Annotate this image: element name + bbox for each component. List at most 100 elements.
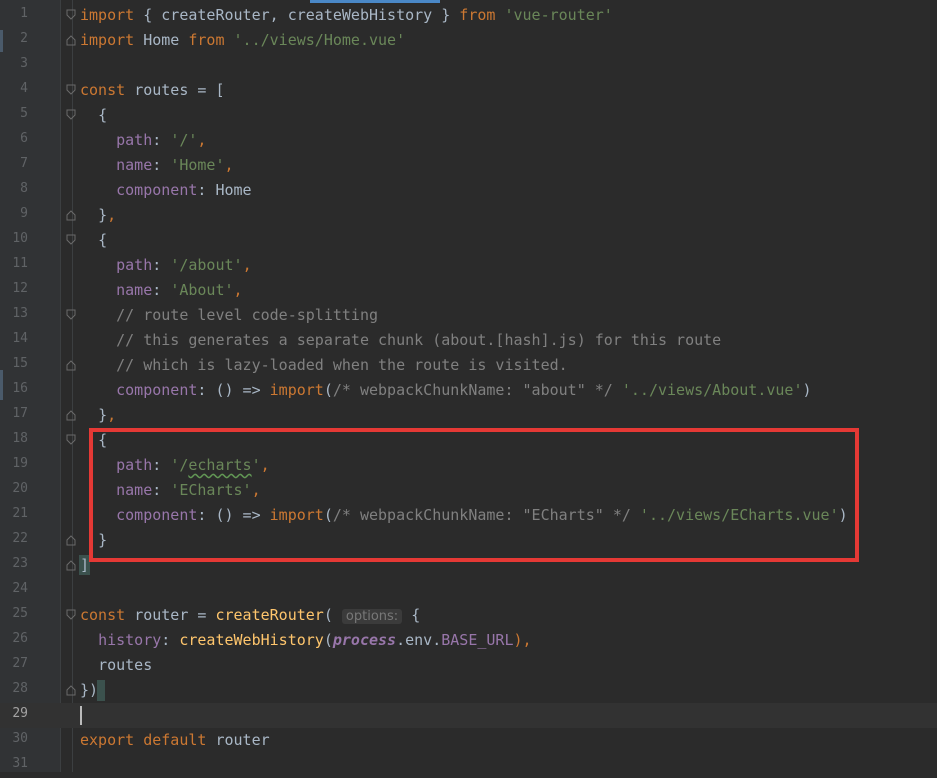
string-literal: '/' xyxy=(170,131,198,149)
line-number: 13 xyxy=(12,306,28,321)
line-number: 22 xyxy=(12,531,28,546)
code-line[interactable]: 25 const router = createRouter( options:… xyxy=(0,603,937,628)
string-literal: '/echarts' xyxy=(170,456,261,474)
string-literal: '../views/ECharts.vue' xyxy=(639,506,839,524)
parameter-hint: options: xyxy=(341,609,403,624)
line-number: 30 xyxy=(12,731,28,746)
bracket-match-highlight: ] xyxy=(80,556,90,574)
line-number: 9 xyxy=(20,206,28,221)
identifier: Home xyxy=(215,181,252,199)
property-key: name xyxy=(116,481,153,499)
line-number: 19 xyxy=(12,456,28,471)
code-comment: /* webpackChunkName: "ECharts" */ xyxy=(332,506,631,524)
property-key: component xyxy=(116,506,198,524)
code-comment: // route level code-splitting xyxy=(116,306,379,324)
code-line[interactable]: 22 } xyxy=(0,528,937,553)
line-number: 2 xyxy=(20,31,28,46)
code-line[interactable]: 23 ] xyxy=(0,553,937,578)
fold-open-icon[interactable] xyxy=(66,309,76,321)
fold-open-icon[interactable] xyxy=(66,434,76,446)
property-key: name xyxy=(116,281,153,299)
fold-open-icon[interactable] xyxy=(66,609,76,621)
code-line[interactable]: 17 }, xyxy=(0,403,937,428)
keyword: from xyxy=(459,6,496,24)
property-key: path xyxy=(116,256,153,274)
property-key: history xyxy=(98,631,162,649)
line-number: 20 xyxy=(12,481,28,496)
fold-open-icon[interactable] xyxy=(66,234,76,246)
code-line[interactable]: 6 path: '/', xyxy=(0,128,937,153)
fold-close-icon[interactable] xyxy=(66,34,76,46)
code-comment: // this generates a separate chunk (abou… xyxy=(116,331,722,349)
string-literal: 'About' xyxy=(170,281,234,299)
property-key: BASE_URL xyxy=(441,631,514,649)
code-line[interactable]: 18 { xyxy=(0,428,937,453)
code-line[interactable]: 28 }) xyxy=(0,678,937,703)
fold-close-icon[interactable] xyxy=(66,684,76,696)
code-line[interactable]: 30 export default router xyxy=(0,728,937,753)
code-line[interactable]: 9 }, xyxy=(0,203,937,228)
keyword: import xyxy=(80,31,135,49)
code-line[interactable]: 12 name: 'About', xyxy=(0,278,937,303)
code-line[interactable]: 20 name: 'ECharts', xyxy=(0,478,937,503)
code-editor[interactable]: 1 import { createRouter, createWebHistor… xyxy=(0,0,937,772)
string-literal: 'Home' xyxy=(170,156,225,174)
code-comment: // which is lazy-loaded when the route i… xyxy=(116,356,568,374)
line-number: 26 xyxy=(12,631,28,646)
text-caret xyxy=(80,706,82,725)
code-line[interactable]: 24 xyxy=(0,578,937,603)
fold-open-icon[interactable] xyxy=(66,109,76,121)
spellcheck-underline: echarts xyxy=(188,456,252,474)
code-text: = [ xyxy=(197,81,225,99)
code-line[interactable]: 15 // which is lazy-loaded when the rout… xyxy=(0,353,937,378)
line-number: 3 xyxy=(20,56,28,71)
code-line[interactable]: 21 component: () => import(/* webpackChu… xyxy=(0,503,937,528)
code-line[interactable]: 10 { xyxy=(0,228,937,253)
property-key: name xyxy=(116,156,153,174)
line-number: 28 xyxy=(12,681,28,696)
function-call: createWebHistory xyxy=(179,631,324,649)
code-comment: /* webpackChunkName: "about" */ xyxy=(332,381,613,399)
code-line[interactable]: 5 { xyxy=(0,103,937,128)
code-line[interactable]: 31 xyxy=(0,753,937,778)
code-text: Home xyxy=(143,31,180,49)
code-line-current[interactable]: 29 xyxy=(0,703,937,728)
code-line[interactable]: 19 path: '/echarts', xyxy=(0,453,937,478)
line-number: 1 xyxy=(20,6,28,21)
property-key: path xyxy=(116,131,153,149)
line-number: 14 xyxy=(12,331,28,346)
line-number: 17 xyxy=(12,406,28,421)
line-number: 5 xyxy=(20,106,28,121)
fold-close-icon[interactable] xyxy=(66,359,76,371)
string-literal: '../views/Home.vue' xyxy=(233,31,406,49)
fold-close-icon[interactable] xyxy=(66,409,76,421)
string-literal: '../views/About.vue' xyxy=(621,381,803,399)
code-line[interactable]: 4 const routes = [ xyxy=(0,78,937,103)
code-line[interactable]: 16 component: () => import(/* webpackChu… xyxy=(0,378,937,403)
keyword: const xyxy=(80,81,126,99)
code-line[interactable]: 13 // route level code-splitting xyxy=(0,303,937,328)
fold-close-icon[interactable] xyxy=(66,534,76,546)
code-line[interactable]: 14 // this generates a separate chunk (a… xyxy=(0,328,937,353)
string-literal: 'vue-router' xyxy=(504,6,613,24)
fold-close-icon[interactable] xyxy=(66,559,76,571)
fold-open-icon[interactable] xyxy=(66,84,76,96)
keyword: const xyxy=(80,606,126,624)
code-line[interactable]: 7 name: 'Home', xyxy=(0,153,937,178)
string-literal: 'ECharts' xyxy=(170,481,252,499)
fold-close-icon[interactable] xyxy=(66,209,76,221)
code-line[interactable]: 27 routes xyxy=(0,653,937,678)
line-number: 8 xyxy=(20,181,28,196)
line-number: 4 xyxy=(20,81,28,96)
bracket-match-highlight xyxy=(98,681,105,700)
code-line[interactable]: 8 component: Home xyxy=(0,178,937,203)
keyword: import xyxy=(80,6,135,24)
line-number: 7 xyxy=(20,156,28,171)
code-line[interactable]: 26 history: createWebHistory(process.env… xyxy=(0,628,937,653)
code-line[interactable]: 3 xyxy=(0,53,937,78)
code-line[interactable]: 1 import { createRouter, createWebHistor… xyxy=(0,3,937,28)
code-line[interactable]: 11 path: '/about', xyxy=(0,253,937,278)
fold-open-icon[interactable] xyxy=(66,9,76,21)
line-number: 23 xyxy=(12,556,28,571)
code-line[interactable]: 2 import Home from '../views/Home.vue' xyxy=(0,28,937,53)
